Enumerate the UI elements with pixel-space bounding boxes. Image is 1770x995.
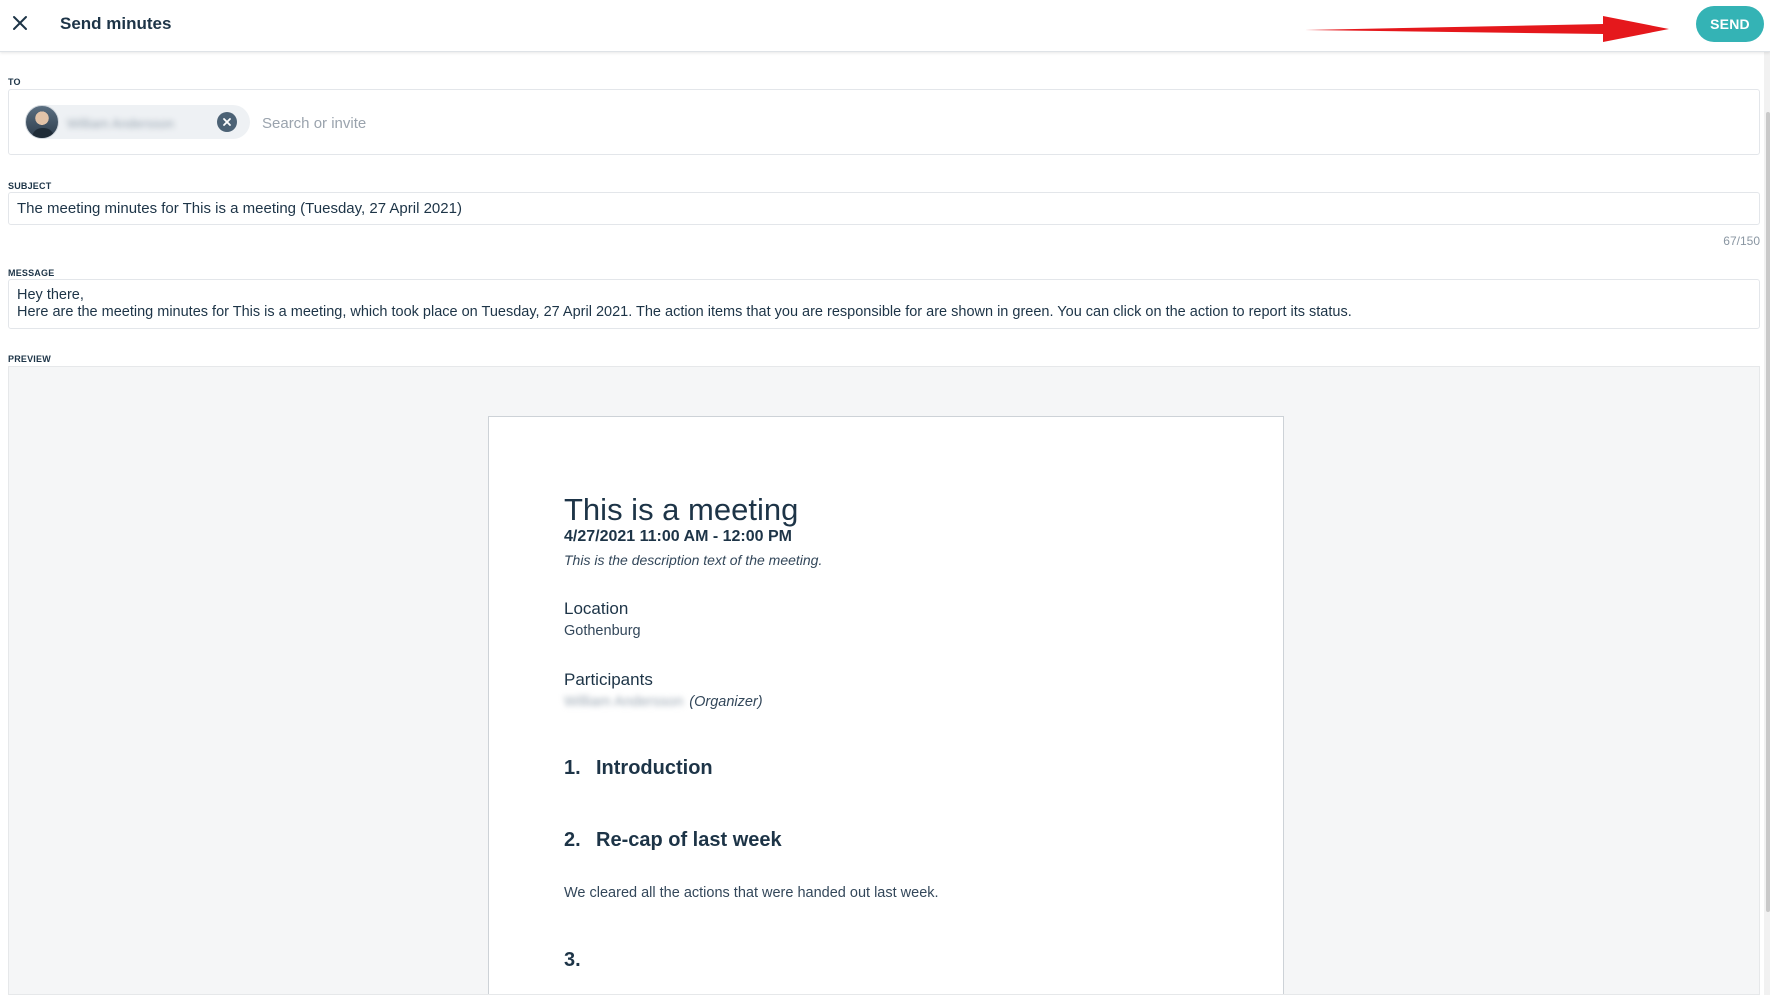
agenda-number: 2. <box>564 829 581 851</box>
send-button[interactable]: SEND <box>1696 6 1764 42</box>
recipient-chip[interactable]: William Andersson <box>25 105 250 139</box>
agenda-number: 1. <box>564 757 581 779</box>
scrollbar-thumb[interactable] <box>1766 112 1770 912</box>
message-body: Here are the meeting minutes for This is… <box>17 304 1352 320</box>
agenda-item: 2. Re-cap of last week <box>564 829 782 852</box>
meeting-title: This is a meeting <box>564 492 799 527</box>
scrollbar[interactable] <box>1764 52 1770 995</box>
subject-label: SUBJECT <box>8 181 52 191</box>
message-label: MESSAGE <box>8 268 55 278</box>
participant-row: William Andersson (Organizer) <box>564 694 763 710</box>
agenda-item: 1. Introduction <box>564 757 713 780</box>
preview-area: This is a meeting 4/27/2021 11:00 AM - 1… <box>8 366 1760 995</box>
agenda-item-text: We cleared all the actions that were han… <box>564 885 939 901</box>
to-label: TO <box>8 77 21 87</box>
location-value: Gothenburg <box>564 623 641 639</box>
minutes-document: This is a meeting 4/27/2021 11:00 AM - 1… <box>488 416 1284 994</box>
subject-field[interactable] <box>8 192 1760 225</box>
close-button[interactable] <box>8 11 32 35</box>
remove-recipient-button[interactable] <box>217 112 237 132</box>
agenda-title: Re-cap of last week <box>596 829 782 851</box>
close-icon <box>223 118 231 126</box>
red-arrow-annotation-icon <box>1305 16 1669 42</box>
message-field[interactable]: Hey there, Here are the meeting minutes … <box>8 279 1760 329</box>
character-counter: 67/150 <box>1723 234 1760 248</box>
page-title: Send minutes <box>60 14 172 33</box>
preview-label: PREVIEW <box>8 354 51 364</box>
search-input[interactable] <box>262 112 862 134</box>
avatar <box>25 105 59 139</box>
top-bar: Send minutes SEND <box>0 0 1770 52</box>
agenda-number: 3. <box>564 949 581 971</box>
recipients-field[interactable]: William Andersson <box>8 89 1760 155</box>
agenda-item: 3. <box>564 949 596 972</box>
meeting-datetime: 4/27/2021 11:00 AM - 12:00 PM <box>564 528 792 545</box>
message-greeting: Hey there, <box>17 287 84 303</box>
participant-name: William Andersson <box>564 694 684 710</box>
location-heading: Location <box>564 599 629 618</box>
agenda-title: Introduction <box>596 757 713 779</box>
participants-heading: Participants <box>564 670 653 689</box>
participant-role: (Organizer) <box>689 694 763 710</box>
recipient-name: William Andersson <box>67 116 174 131</box>
meeting-description: This is the description text of the meet… <box>564 552 823 568</box>
close-icon <box>13 16 27 30</box>
